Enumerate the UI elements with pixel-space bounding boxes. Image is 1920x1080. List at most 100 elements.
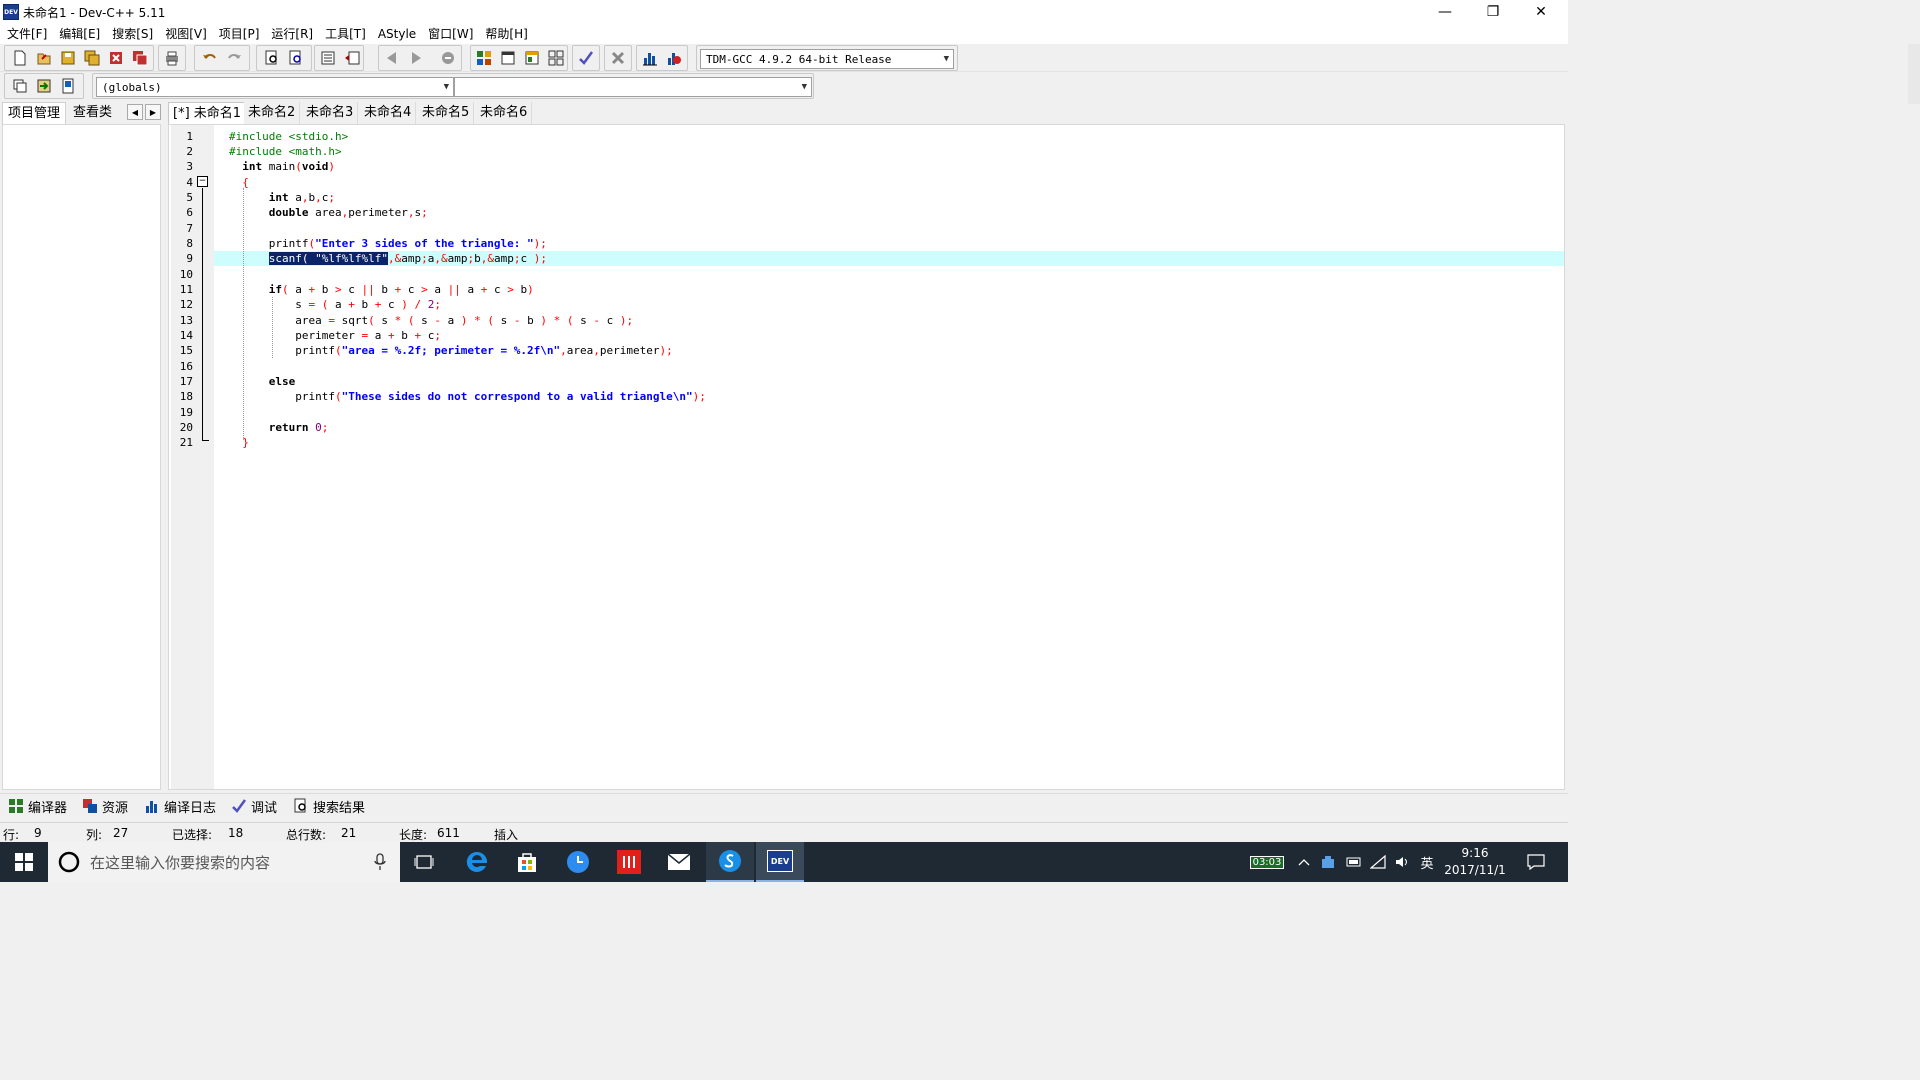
chevron-left-icon[interactable]: ◀ [127,104,143,120]
menu-file[interactable]: 文件[F] [2,24,54,44]
wifi-icon[interactable] [1368,842,1388,882]
save-all-icon[interactable] [82,48,102,68]
tab-search-results[interactable]: 搜索结果 [293,796,365,816]
goto-declaration-icon[interactable] [34,76,54,96]
unindent-icon[interactable] [342,48,362,68]
tab-resources[interactable]: 资源 [82,796,128,816]
notification-center-icon[interactable] [1516,842,1556,882]
code-line-15[interactable]: printf("area = %.2f; perimeter = %.2f\n"… [229,343,673,358]
project-panel-icon[interactable] [474,48,494,68]
store-icon[interactable] [503,842,551,882]
media-player-icon[interactable] [605,842,653,882]
taskbar-clock[interactable]: 9:16 2017/11/1 [1442,842,1508,882]
restore-button[interactable]: ❐ [1470,0,1516,24]
battery-timer[interactable]: 03:03 [1248,842,1286,882]
tab-class-browser[interactable]: 查看类 [68,102,117,124]
tab-file-6[interactable]: 未命名6 [476,102,533,124]
ime-indicator[interactable]: 英 [1416,842,1438,882]
code-line-2[interactable]: #include <math.h> [229,144,342,159]
code-line-17[interactable]: else [229,374,296,389]
close-all-icon[interactable] [130,48,150,68]
goto-definition-icon[interactable] [58,76,78,96]
clock-app-icon[interactable] [554,842,602,882]
find-icon[interactable] [262,48,282,68]
print-icon[interactable] [162,48,182,68]
code-line-3[interactable]: int main(void) [229,159,335,174]
code-line-8[interactable]: printf("Enter 3 sides of the triangle: "… [229,236,547,251]
code-editor[interactable]: 1 2 3 4 5 6 7 8 9 10 11 12 13 14 15 16 1… [168,124,1565,790]
code-line-13[interactable]: area = sqrt( s * ( s - a ) * ( s - b ) *… [229,313,633,328]
undo-icon[interactable] [200,48,220,68]
tab-file-5[interactable]: 未命名5 [418,102,475,124]
replace-icon[interactable] [286,48,306,68]
code-line-9[interactable]: scanf( "%lf%lf%lf",&amp;a,&amp;b,&amp;c … [229,251,547,266]
delete-profile-icon[interactable] [664,48,684,68]
right-edge-scroll-indicator[interactable] [1908,44,1920,104]
new-file-icon[interactable] [10,48,30,68]
function-select[interactable]: ▼ [454,77,812,97]
code-line-5[interactable]: int a,b,c; [229,190,335,205]
menu-project[interactable]: 项目[P] [214,24,267,44]
bluetooth-tray-icon[interactable] [1318,842,1338,882]
collapse-icon[interactable]: − [197,176,208,187]
task-view-icon[interactable] [400,842,448,882]
devcpp-taskbar-icon[interactable]: DEV [756,842,804,882]
open-file-icon[interactable] [34,48,54,68]
volume-icon[interactable] [1392,842,1412,882]
code-line-4[interactable]: { [229,175,249,190]
line-number-gutter[interactable]: 1 2 3 4 5 6 7 8 9 10 11 12 13 14 15 16 1… [171,125,214,789]
code-line-14[interactable]: perimeter = a + b + c; [229,328,441,343]
close-file-icon[interactable] [106,48,126,68]
tab-compiler[interactable]: 编译器 [8,796,67,816]
menu-tools[interactable]: 工具[T] [320,24,373,44]
tab-project-manager[interactable]: 项目管理 [2,102,67,124]
menu-view[interactable]: 视图[V] [160,24,214,44]
next-bookmark-icon[interactable] [406,48,426,68]
windows-icon[interactable] [546,48,566,68]
tab-file-1[interactable]: [*] 未命名1 [168,102,247,124]
tab-file-2[interactable]: 未命名2 [244,102,301,124]
code-line-20[interactable]: return 0; [229,420,329,435]
syntax-check-icon[interactable] [576,48,596,68]
scope-select[interactable]: (globals) ▼ [96,77,454,97]
edge-browser-icon[interactable] [453,842,501,882]
taskbar-search-box[interactable]: 在这里输入你要搜索的内容 [48,842,400,882]
toggle-comment-icon[interactable] [438,48,458,68]
microphone-icon[interactable] [374,853,386,871]
indent-icon[interactable] [318,48,338,68]
close-button[interactable]: ✕ [1518,0,1564,24]
fullscreen-icon[interactable] [498,48,518,68]
menu-edit[interactable]: 编辑[E] [54,24,107,44]
tab-compile-log[interactable]: 编译日志 [144,796,216,816]
toolbars-icon[interactable] [522,48,542,68]
show-hidden-icons-chevron-up-icon[interactable] [1294,842,1314,882]
compiler-select[interactable]: TDM-GCC 4.9.2 64-bit Release ▼ [700,49,954,69]
stop-execution-icon[interactable] [608,48,628,68]
code-line-6[interactable]: double area,perimeter,s; [229,205,428,220]
menu-help[interactable]: 帮助[H] [480,24,534,44]
save-icon[interactable] [58,48,78,68]
code-line-18[interactable]: printf("These sides do not correspond to… [229,389,706,404]
code-line-11[interactable]: if( a + b > c || b + c > a || a + c > b) [229,282,534,297]
start-button[interactable] [0,842,48,882]
tab-debug[interactable]: 调试 [231,796,277,816]
menu-run[interactable]: 运行[R] [266,24,320,44]
menu-astyle[interactable]: AStyle [373,24,423,44]
tab-file-4[interactable]: 未命名4 [360,102,417,124]
redo-icon[interactable] [224,48,244,68]
tab-file-3[interactable]: 未命名3 [302,102,359,124]
minimize-button[interactable]: — [1422,0,1468,24]
battery-icon[interactable] [1344,842,1364,882]
code-line-1[interactable]: #include <stdio.h> [229,129,348,144]
project-tree[interactable] [2,124,161,790]
menu-window[interactable]: 窗口[W] [423,24,480,44]
sogou-input-icon[interactable] [706,842,754,882]
code-line-12[interactable]: s = ( a + b + c ) / 2; [229,297,441,312]
chevron-right-icon[interactable]: ▶ [145,104,161,120]
code-line-21[interactable]: } [229,435,249,450]
menu-search[interactable]: 搜索[S] [107,24,160,44]
new-class-icon[interactable] [10,76,30,96]
prev-bookmark-icon[interactable] [382,48,402,68]
mail-icon[interactable] [655,842,703,882]
profile-chart-icon[interactable] [640,48,660,68]
